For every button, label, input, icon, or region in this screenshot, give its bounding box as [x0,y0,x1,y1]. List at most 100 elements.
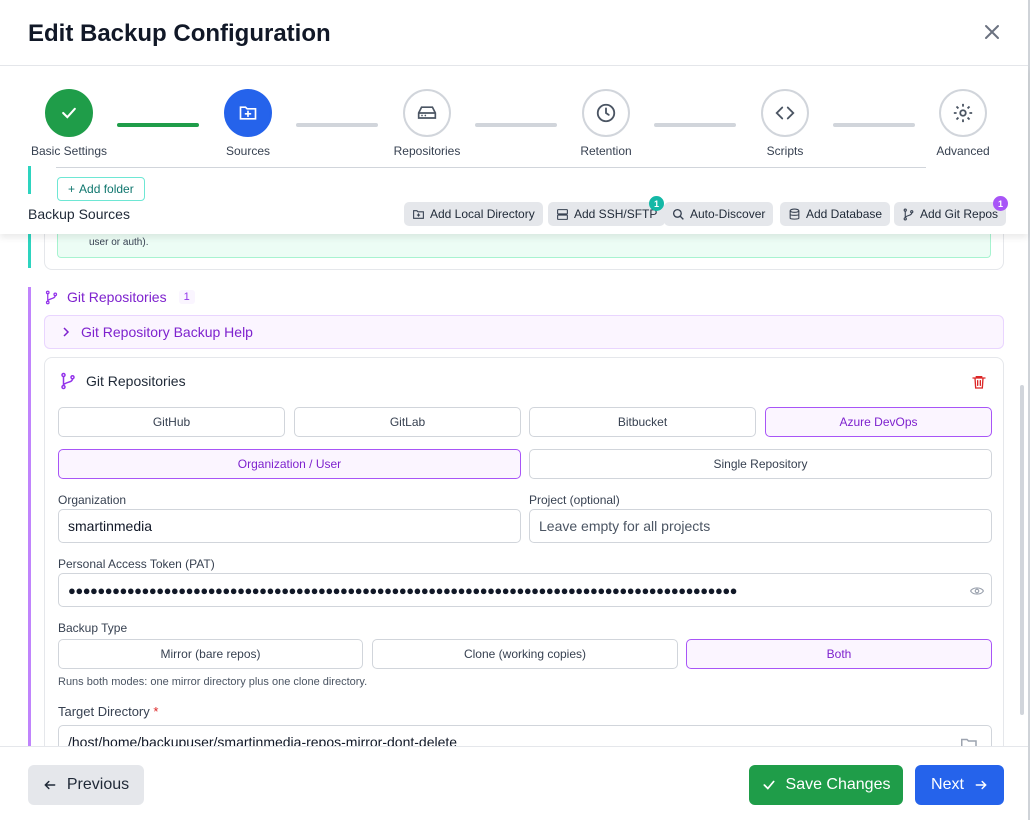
git-section-accent [28,287,31,746]
plus-icon: + [68,182,76,196]
search-icon [672,208,684,220]
provider-github[interactable]: GitHub [58,407,285,437]
organization-label: Organization [58,493,127,507]
organization-input[interactable]: smartinmedia [58,509,521,543]
step-connector [296,123,378,127]
add-git-repos-button[interactable]: Add Git Repos 1 [894,196,1008,226]
git-card-title: Git Repositories [59,372,186,390]
next-label: Next [931,776,964,793]
gear-icon [953,103,973,123]
backup-sources-label: Backup Sources [28,206,130,222]
git-card-title-label: Git Repositories [86,373,186,389]
required-marker: * [153,704,159,719]
step-basic-settings[interactable]: Basic Settings [29,89,109,158]
pat-value: ●●●●●●●●●●●●●●●●●●●●●●●●●●●●●●●●●●●●●●●●… [68,582,738,598]
clock-icon [596,103,616,123]
step-retention[interactable]: Retention [566,89,646,158]
backup-sources-bar: + Add folder Backup Sources Add Local Di… [0,166,1028,234]
add-ssh-sftp-label: Add SSH/SFTP [574,207,658,221]
step-connector [117,123,199,127]
scrollbar[interactable] [1020,385,1024,715]
auto-discover-label: Auto-Discover [690,207,766,221]
provider-azure-devops[interactable]: Azure DevOps [765,407,992,437]
backup-type-clone[interactable]: Clone (working copies) [372,639,678,669]
step-connector [654,123,736,127]
provider-bitbucket[interactable]: Bitbucket [529,407,756,437]
ssh-section-accent [28,166,31,194]
git-section-heading: Git Repositories 1 [44,289,195,305]
step-label: Advanced [936,144,990,158]
database-icon [789,208,800,220]
auto-discover-button[interactable]: Auto-Discover [664,202,774,226]
step-circle [403,89,451,137]
close-icon [985,25,999,39]
scope-single-repository[interactable]: Single Repository [529,449,992,479]
project-input[interactable]: Leave empty for all projects [529,509,992,543]
add-database-label: Add Database [806,207,883,221]
ssh-info-box: user or auth). [57,234,991,258]
add-database-button[interactable]: Add Database [780,202,891,226]
eye-icon[interactable] [970,584,984,598]
step-label: Scripts [766,144,804,158]
git-branch-icon [45,290,58,304]
step-circle [939,89,987,137]
server-icon [557,208,568,220]
arrow-right-icon [975,780,987,790]
provider-gitlab[interactable]: GitLab [294,407,521,437]
step-scripts[interactable]: Scripts [745,89,825,158]
backup-type-label: Backup Type [58,621,128,635]
step-label: Basic Settings [30,144,108,158]
chevron-right-icon [63,327,70,337]
backup-type-both[interactable]: Both [686,639,992,669]
check-icon [762,780,775,790]
previous-button[interactable]: Previous [28,765,144,805]
add-local-directory-button[interactable]: Add Local Directory [404,202,543,226]
git-help-label: Git Repository Backup Help [81,324,253,340]
pat-input[interactable]: ●●●●●●●●●●●●●●●●●●●●●●●●●●●●●●●●●●●●●●●●… [58,573,992,607]
arrow-left-icon [44,780,56,790]
step-connector [833,123,915,127]
scope-organization-user[interactable]: Organization / User [58,449,521,479]
target-directory-label: Target Directory * [58,704,159,719]
git-count-badge: 1 [993,196,1008,211]
pat-label: Personal Access Token (PAT) [58,557,215,571]
ssh-section-accent [28,234,31,268]
add-folder-label: Add folder [79,182,134,196]
add-ssh-sftp-button[interactable]: Add SSH/SFTP 1 [548,196,666,226]
git-branch-icon [903,208,914,220]
step-repositories[interactable]: Repositories [387,89,467,158]
add-folder-button[interactable]: + Add folder [57,177,145,201]
close-button[interactable] [980,20,1004,44]
step-circle [224,89,272,137]
check-icon [62,107,76,119]
folder-open-icon[interactable] [961,737,979,746]
backup-type-mirror[interactable]: Mirror (bare repos) [58,639,363,669]
step-label: Sources [225,144,271,158]
step-circle [45,89,93,137]
folder-plus-icon [239,106,257,120]
ssh-path-input-edge [56,166,926,168]
step-advanced[interactable]: Advanced [923,89,1003,158]
target-directory-input[interactable]: /host/home/backupuser/smartinmedia-repos… [58,725,992,746]
hard-drive-icon [417,106,437,119]
dialog-header: Edit Backup Configuration [0,0,1028,66]
git-repo-card: Git Repositories GitHub GitLab Bitbucket… [44,357,1004,746]
step-circle [582,89,630,137]
step-sources[interactable]: Sources [208,89,288,158]
target-directory-value: /host/home/backupuser/smartinmedia-repos… [68,734,458,746]
folder-plus-icon [413,209,424,219]
step-connector [475,123,557,127]
wizard-stepper: Basic Settings Sources Repositories Rete… [0,66,1028,234]
add-git-repos-label: Add Git Repos [920,207,999,221]
delete-repo-button[interactable] [971,374,987,395]
step-label: Repositories [393,144,461,158]
edit-backup-dialog: Edit Backup Configuration user or auth).… [0,0,1030,820]
scroll-content: user or auth). Git Repositories 1 Git Re… [0,234,1028,746]
dialog-footer: Previous Save Changes Next [0,746,1028,820]
next-button[interactable]: Next [915,765,1004,805]
git-help-toggle[interactable]: Git Repository Backup Help [44,315,1004,349]
code-icon [775,106,795,120]
save-changes-button[interactable]: Save Changes [749,765,903,805]
add-local-directory-label: Add Local Directory [430,207,535,221]
save-changes-label: Save Changes [785,776,891,793]
